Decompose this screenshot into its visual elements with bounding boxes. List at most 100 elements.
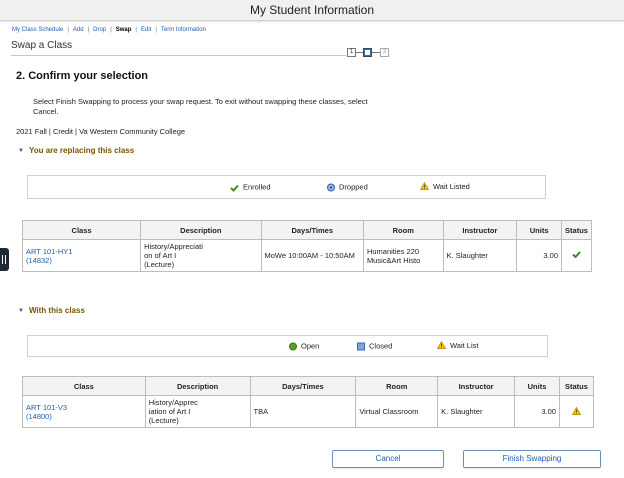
column-header: Instructor <box>437 376 516 396</box>
description-line: (Lecture) <box>148 416 179 425</box>
with-section-title: With this class <box>28 306 85 315</box>
legend-wait-listed: Wait Listed <box>419 181 470 192</box>
nav-link-edit[interactable]: Edit <box>141 27 151 33</box>
legend-dropped: Dropped <box>327 182 368 192</box>
room-cell: Humanities 220 Music&Art Histo <box>362 239 444 272</box>
warning-icon <box>571 406 582 417</box>
room-line: Music&Art Histo <box>366 255 421 265</box>
page-title: Swap a Class <box>11 40 73 51</box>
column-header: Room <box>362 220 444 240</box>
column-header: Description <box>144 376 251 396</box>
column-header: Units <box>516 220 563 240</box>
nav-separator: | <box>87 27 90 33</box>
nav-link-swap: Swap <box>115 27 132 33</box>
days-times-cell: MoWe 10:00AM - 10:50AM <box>260 239 364 272</box>
instructions-text: Select Finish Swapping to process your s… <box>33 97 368 116</box>
table-row: ART 101-V3 (14800) History/Apprec iation… <box>22 395 595 428</box>
column-header: Class <box>22 376 146 396</box>
check-icon <box>230 184 239 192</box>
nav-separator: | <box>135 27 137 33</box>
description-line: History/Appreciati <box>144 242 203 251</box>
column-header: Days/Times <box>249 376 357 396</box>
room-line: Humanities 220 <box>366 246 420 256</box>
replacing-section-title: You are replacing this class <box>28 146 135 155</box>
legend-label: Wait Listed <box>433 181 470 191</box>
description-line: History/Apprec <box>148 398 198 407</box>
legend-label: Enrolled <box>243 182 271 192</box>
replacing-legend: Enrolled Dropped Wait Listed <box>27 175 546 199</box>
description-line: on of Art I <box>144 251 177 260</box>
column-header: Status <box>561 220 592 240</box>
step-3: 3 <box>380 48 389 57</box>
legend-label: Wait List <box>450 340 479 350</box>
side-panel-toggle[interactable] <box>0 248 9 271</box>
legend-closed: Closed <box>357 341 393 351</box>
status-cell <box>561 239 592 272</box>
step-2-current <box>363 48 372 57</box>
nav-link-my-class-schedule[interactable]: My Class Schedule <box>12 27 63 33</box>
check-icon <box>572 251 581 260</box>
dropped-icon <box>327 183 335 192</box>
with-class-table: Class Description Days/Times Room Instru… <box>22 376 595 428</box>
column-header: Description <box>140 220 262 240</box>
class-cell: ART 101-V3 (14800) <box>22 395 146 428</box>
room-cell: Virtual Classroom <box>355 395 439 428</box>
nav-separator: | <box>67 27 69 33</box>
description-line: (Lecture) <box>144 260 175 269</box>
description-cell: History/Appreciati on of Art I (Lecture) <box>140 239 262 272</box>
nav-separator: | <box>110 27 112 33</box>
instructor-cell: K. Slaughter <box>442 239 518 272</box>
cancel-button[interactable]: Cancel <box>332 450 444 468</box>
header-bar: My Student Information <box>0 0 624 21</box>
warning-icon <box>419 181 430 192</box>
nav-link-add[interactable]: Add <box>73 27 84 33</box>
legend-label: Closed <box>369 341 393 351</box>
class-link[interactable]: ART 101-V3 <box>26 403 142 412</box>
with-section-header[interactable]: ▼ With this class <box>18 306 85 315</box>
nav-link-term-information[interactable]: Term Information <box>161 27 206 33</box>
replacing-section-header[interactable]: ▼ You are replacing this class <box>18 146 134 155</box>
confirm-heading: 2. Confirm your selection <box>16 70 149 82</box>
column-header: Room <box>355 376 439 396</box>
class-link[interactable]: ART 101-HY1 <box>26 247 137 256</box>
legend-wait-list: Wait List <box>436 340 479 351</box>
nav-links: My Class Schedule | Add | Drop | Swap | Edit | Ter… <box>12 27 206 33</box>
nav-separator: | <box>155 27 157 33</box>
legend-label: Dropped <box>339 182 368 192</box>
step-connector <box>356 52 363 53</box>
collapse-triangle-icon: ▼ <box>18 148 24 154</box>
column-header: Class <box>21 220 142 240</box>
column-header: Days/Times <box>260 220 364 240</box>
term-info: 2021 Fall | Credit | Va Western Communit… <box>16 127 186 136</box>
open-icon <box>289 342 297 351</box>
step-indicator: 1 3 <box>347 48 389 57</box>
column-header: Units <box>514 376 560 396</box>
legend-enrolled: Enrolled <box>230 183 271 192</box>
legend-label: Open <box>301 341 320 351</box>
units-cell: 3.00 <box>516 239 563 272</box>
class-number-link[interactable]: (14832) <box>26 256 137 265</box>
app-title: My Student Information <box>249 3 375 17</box>
instructor-cell: K. Slaughter <box>437 395 516 428</box>
collapse-triangle-icon: ▼ <box>18 308 24 314</box>
column-header: Status <box>558 376 595 396</box>
units-cell: 3.00 <box>514 395 560 428</box>
warning-icon <box>436 340 447 351</box>
legend-open: Open <box>289 341 320 351</box>
description-cell: History/Apprec iation of Art I (Lecture) <box>144 395 251 428</box>
title-divider <box>11 55 346 56</box>
description-line: iation of Art I <box>148 407 191 416</box>
step-connector <box>372 52 380 53</box>
class-number-link[interactable]: (14800) <box>26 412 142 421</box>
column-header: Instructor <box>442 220 518 240</box>
finish-swapping-button[interactable]: Finish Swapping <box>463 450 601 468</box>
table-header-row: Class Description Days/Times Room Instru… <box>21 220 592 240</box>
with-legend: Open Closed Wait List <box>27 335 548 357</box>
status-cell <box>558 395 595 428</box>
step-1: 1 <box>347 48 356 57</box>
replacing-class-table: Class Description Days/Times Room Instru… <box>21 220 592 272</box>
table-row: ART 101-HY1 (14832) History/Appreciati o… <box>21 239 592 272</box>
days-times-cell: TBA <box>249 395 357 428</box>
class-cell: ART 101-HY1 (14832) <box>21 239 142 272</box>
nav-link-drop[interactable]: Drop <box>93 27 106 33</box>
